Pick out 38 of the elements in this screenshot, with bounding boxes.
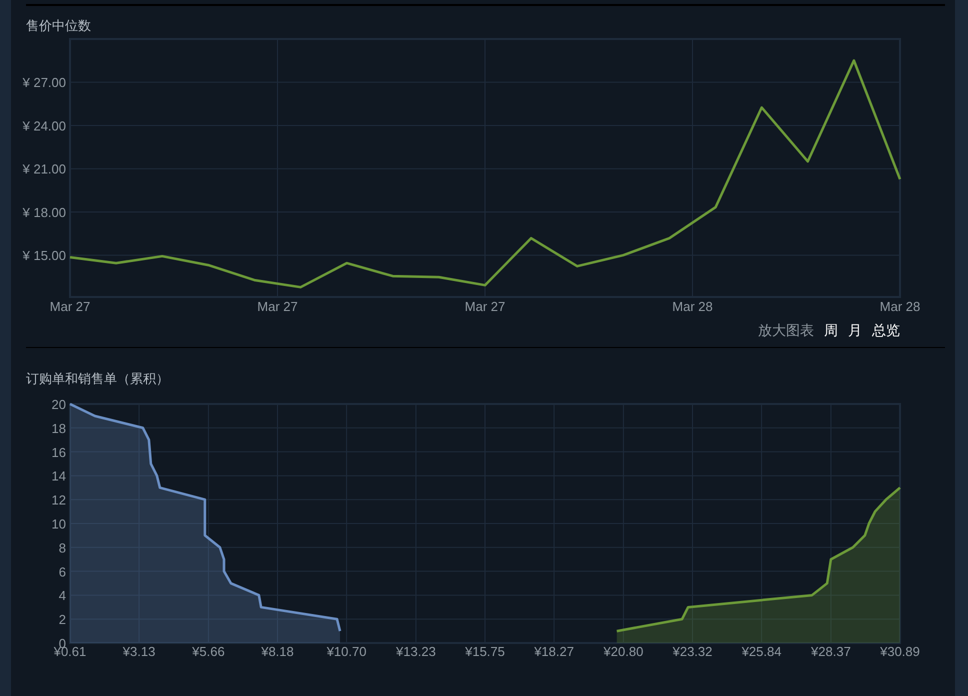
axis-label: ¥20.80 [604, 644, 644, 659]
axis-label: 10 [52, 516, 66, 532]
zoom-label: 放大图表 [758, 320, 814, 340]
chart-title: 售价中位数 [26, 19, 91, 32]
chart-title: 订购单和销售单（累积） [26, 372, 169, 385]
axis-label: 6 [58, 564, 66, 580]
axis-label: ¥ 15.00 [22, 248, 66, 264]
axis-label: 14 [52, 468, 66, 484]
axis-label: ¥18.27 [534, 644, 574, 659]
axis-label: 18 [52, 420, 66, 436]
axis-label: ¥5.66 [192, 644, 225, 659]
axis-label: 8 [58, 540, 66, 556]
axis-label: Mar 27 [50, 299, 90, 314]
axis-label: ¥10.70 [326, 644, 366, 659]
axis-label: ¥ 24.00 [22, 118, 66, 134]
axis-label: Mar 28 [672, 299, 713, 314]
axis-label: ¥30.89 [880, 644, 920, 659]
axis-label: ¥3.13 [122, 644, 156, 659]
zoom-option-link[interactable]: 周 [824, 320, 838, 340]
axis-label: ¥15.75 [465, 644, 505, 659]
axis-label: ¥ 27.00 [22, 75, 66, 90]
axis-label: 16 [52, 444, 66, 460]
axis-label: ¥ 21.00 [22, 162, 66, 177]
axis-label: Mar 27 [464, 299, 506, 314]
axis-label: ¥ 18.00 [22, 204, 66, 220]
axis-label: Mar 27 [257, 299, 298, 314]
axis-label: ¥28.37 [811, 644, 851, 659]
axis-label: ¥25.84 [742, 644, 782, 659]
axis-label: 2 [58, 612, 66, 628]
axis-label: 20 [52, 397, 66, 412]
axis-label: ¥23.32 [672, 644, 712, 659]
axis-label: 4 [58, 588, 66, 604]
zoom-option-link[interactable]: 总览 [872, 320, 900, 340]
axis-label: Mar 28 [880, 299, 920, 314]
axis-label: ¥13.23 [396, 644, 436, 659]
zoom-option-link[interactable]: 月 [848, 320, 862, 340]
axis-label: 12 [52, 492, 66, 508]
axis-label: ¥8.18 [261, 644, 294, 659]
